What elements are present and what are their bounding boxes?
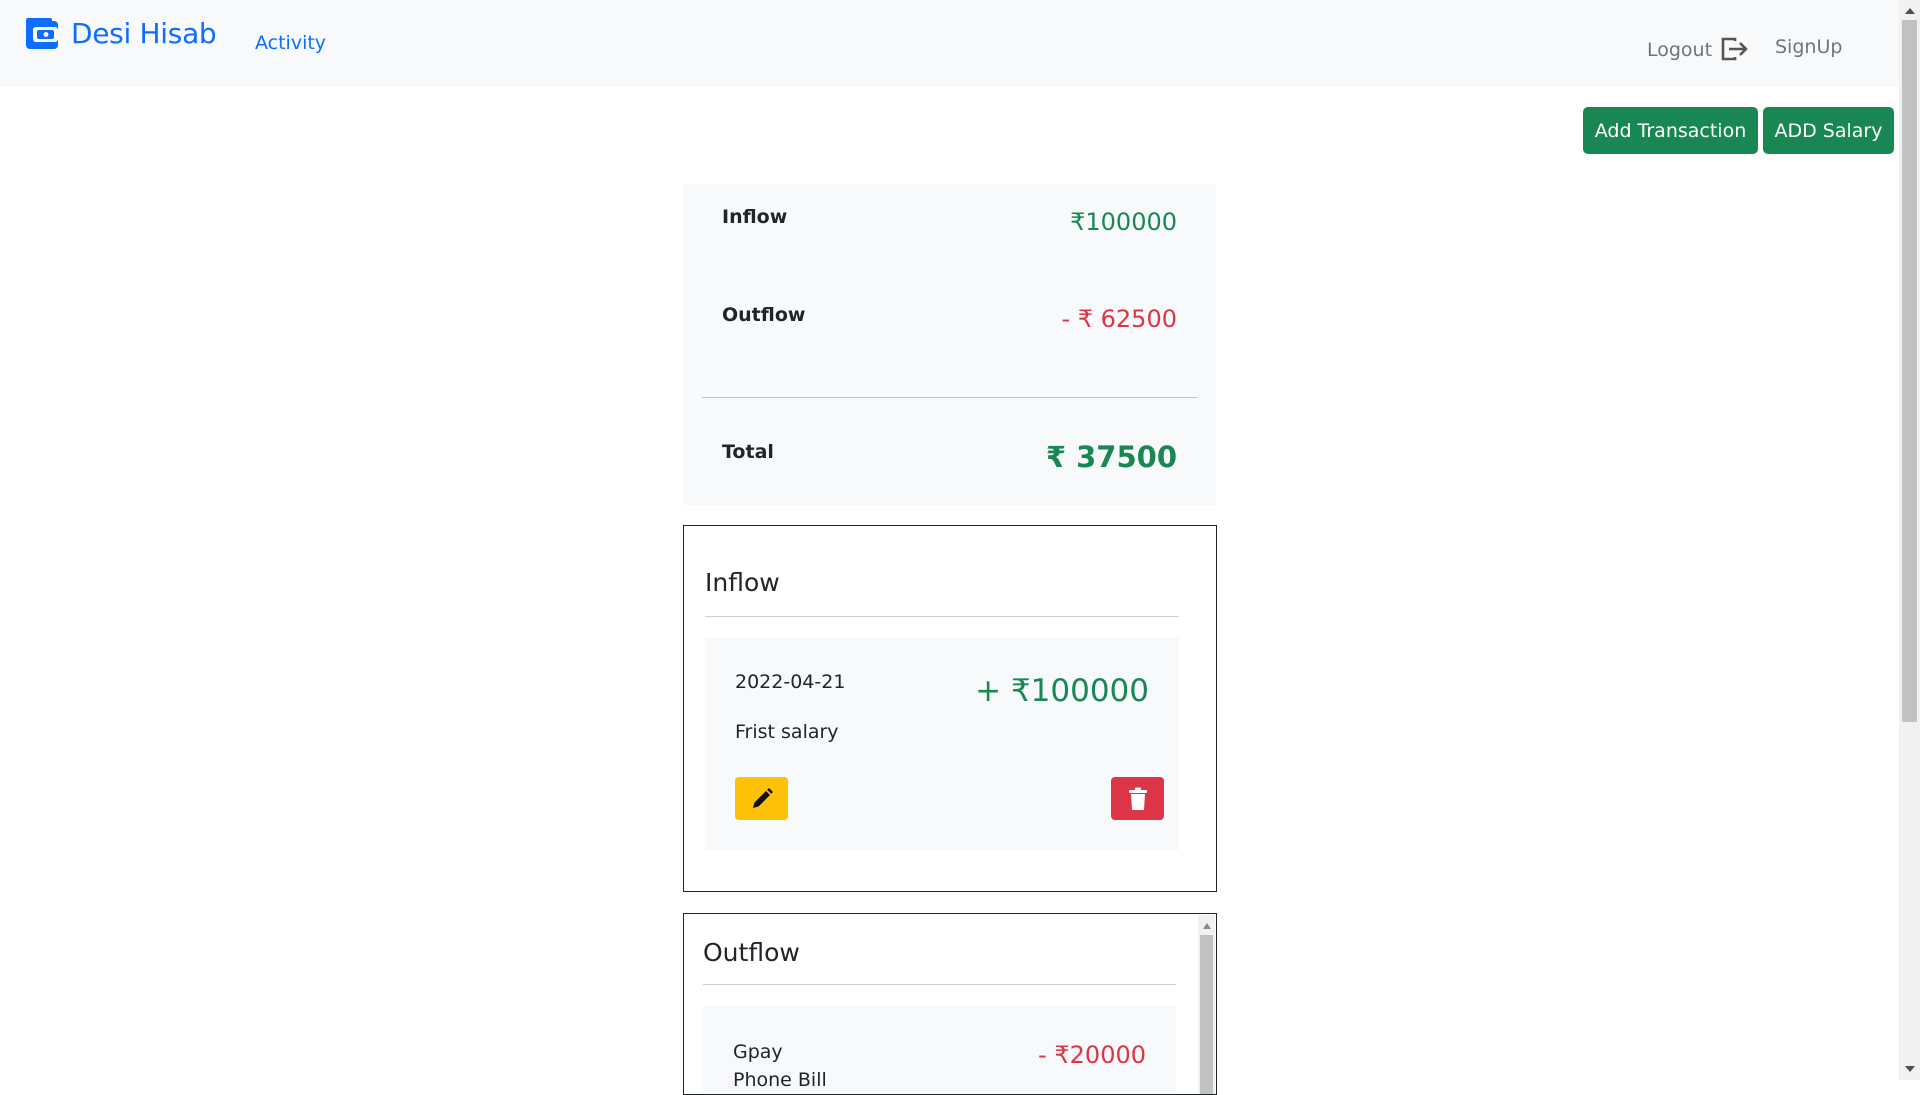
navbar: Desi Hisab Activity Logout SignUp — [0, 0, 1899, 87]
pencil-icon — [752, 787, 773, 808]
outflow-section-title: Outflow — [703, 938, 800, 967]
outflow-item-name: Gpay — [733, 1041, 783, 1063]
inflow-section: Inflow 2022-04-21 + ₹100000 Frist salary — [683, 525, 1217, 892]
inflow-item-amount: + ₹100000 — [975, 673, 1149, 709]
summary-outflow-value: - ₹ 62500 — [1061, 305, 1177, 333]
logout-link[interactable]: Logout — [1647, 37, 1748, 62]
summary-total-label: Total — [722, 441, 774, 463]
logout-label: Logout — [1647, 38, 1713, 61]
outflow-section[interactable]: Outflow Gpay - ₹20000 Phone Bill — [683, 913, 1217, 1095]
add-salary-button[interactable]: ADD Salary — [1763, 107, 1894, 154]
outflow-item: Gpay - ₹20000 Phone Bill — [703, 1005, 1176, 1094]
page-scroll-up-icon[interactable] — [1905, 8, 1915, 14]
summary-inflow-value: ₹100000 — [1070, 208, 1177, 236]
inflow-section-title: Inflow — [705, 568, 780, 597]
edit-button[interactable] — [735, 777, 788, 820]
wallet-icon — [26, 18, 58, 49]
summary-divider — [702, 397, 1197, 398]
inflow-item: 2022-04-21 + ₹100000 Frist salary — [705, 637, 1179, 850]
add-transaction-button[interactable]: Add Transaction — [1583, 107, 1758, 154]
nav-activity-link[interactable]: Activity — [255, 34, 326, 53]
summary-card: Inflow ₹100000 Outflow - ₹ 62500 Total ₹… — [683, 184, 1216, 505]
page-scroll-down-icon[interactable] — [1905, 1066, 1915, 1072]
signup-link[interactable]: SignUp — [1775, 38, 1842, 57]
inflow-item-note: Frist salary — [735, 721, 839, 743]
outflow-item-amount: - ₹20000 — [1038, 1041, 1146, 1069]
summary-inflow-label: Inflow — [722, 206, 788, 228]
outflow-scrollbar[interactable] — [1198, 915, 1215, 1094]
brand-name: Desi Hisab — [71, 17, 217, 50]
logout-icon — [1721, 37, 1748, 61]
inflow-divider — [705, 616, 1179, 617]
scroll-up-arrow-icon[interactable] — [1203, 923, 1211, 929]
page-scrollbar[interactable] — [1899, 0, 1920, 1080]
delete-button[interactable] — [1111, 777, 1164, 820]
trash-icon — [1128, 787, 1147, 810]
outflow-divider — [703, 984, 1176, 985]
summary-total-value: ₹ 37500 — [1045, 440, 1177, 474]
outflow-scrollbar-thumb[interactable] — [1200, 935, 1213, 1094]
outflow-item-note: Phone Bill — [733, 1069, 827, 1091]
summary-outflow-label: Outflow — [722, 304, 806, 326]
brand[interactable]: Desi Hisab — [25, 17, 217, 51]
page-scrollbar-thumb[interactable] — [1902, 20, 1917, 722]
inflow-item-date: 2022-04-21 — [735, 671, 846, 693]
